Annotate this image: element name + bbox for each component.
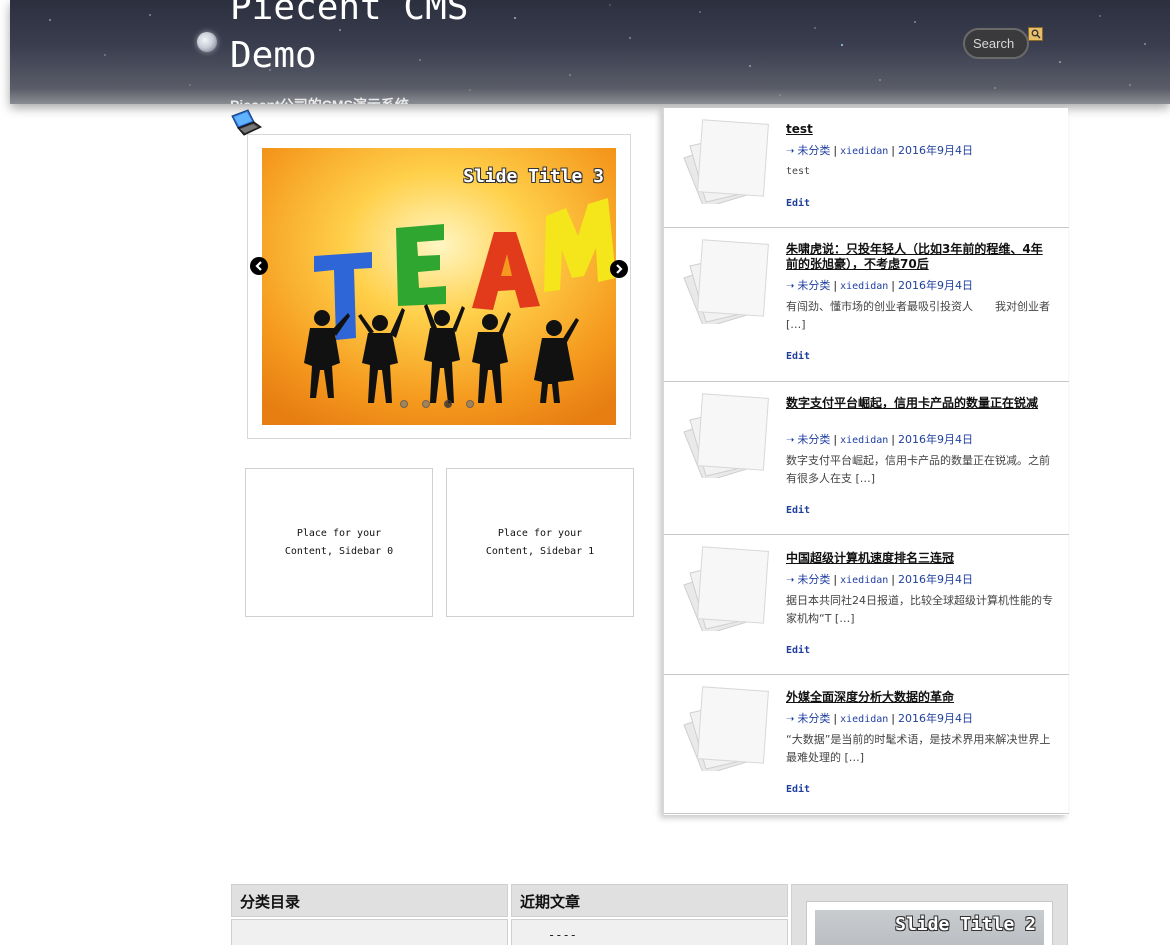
- post-edit-link[interactable]: Edit: [786, 505, 810, 516]
- post-item: 朱啸虎说：只投年轻人（比如3年前的程维、4年前的张旭豪），不考虑70后 ➝ 未分类…: [664, 228, 1069, 382]
- post-date-link[interactable]: 2016年9月4日: [898, 573, 973, 586]
- sidebar-1-placeholder: Place for your Content, Sidebar 1: [446, 468, 634, 617]
- arrow-right-icon: ➝: [786, 714, 795, 725]
- paper-thumbnail-icon: [683, 546, 769, 631]
- meta-separator: |: [833, 712, 838, 725]
- arrow-right-icon: ➝: [786, 146, 795, 157]
- meta-separator: |: [833, 144, 838, 157]
- slider-dot-4[interactable]: [466, 400, 474, 408]
- post-edit-link[interactable]: Edit: [786, 198, 810, 209]
- post-title[interactable]: 数字支付平台崛起，信用卡产品的数量正在锐减: [786, 396, 1054, 411]
- slide-image[interactable]: Slide Title 3: [262, 148, 616, 425]
- post-title[interactable]: 外媒全面深度分析大数据的革命: [786, 690, 1054, 705]
- post-meta: ➝ 未分类 | xiedidan | 2016年9月4日: [786, 431, 973, 447]
- meta-separator: |: [833, 279, 838, 292]
- paper-thumbnail-icon: [683, 686, 769, 771]
- post-author-link[interactable]: xiedidan: [840, 435, 888, 446]
- post-excerpt: 有闯劲、懂市场的创业者最吸引投资人 我对创业者 […]: [786, 300, 1050, 331]
- post-edit-link[interactable]: Edit: [786, 645, 810, 656]
- post-meta: ➝ 未分类 | xiedidan | 2016年9月4日: [786, 571, 973, 587]
- post-category-link[interactable]: 未分类: [797, 573, 830, 586]
- post-meta: ➝ 未分类 | xiedidan | 2016年9月4日: [786, 710, 973, 726]
- recent-posts-widget-heading: 近期文章: [511, 884, 788, 917]
- site-title[interactable]: Piecent CMS Demo: [230, 0, 530, 80]
- posts-panel: test ➝ 未分类 | xiedidan | 2016年9月4日 test Edit 朱…: [663, 108, 1069, 815]
- post-date-link[interactable]: 2016年9月4日: [898, 433, 973, 446]
- recent-posts-widget-body: ----: [511, 919, 788, 945]
- paper-thumbnail-icon: [683, 239, 769, 324]
- slider-dot-1[interactable]: [400, 400, 408, 408]
- post-category-link[interactable]: 未分类: [797, 279, 830, 292]
- post-category-link[interactable]: 未分类: [797, 433, 830, 446]
- post-title[interactable]: 朱啸虎说：只投年轻人（比如3年前的程维、4年前的张旭豪），不考虑70后: [786, 242, 1054, 272]
- arrow-right-icon: ➝: [786, 435, 795, 446]
- post-item: 数字支付平台崛起，信用卡产品的数量正在锐减 ➝ 未分类 | xiedidan | 2016…: [664, 382, 1069, 535]
- post-item: test ➝ 未分类 | xiedidan | 2016年9月4日 test Edit: [664, 108, 1069, 228]
- post-author-link[interactable]: xiedidan: [840, 146, 888, 157]
- sidebar-0-placeholder: Place for your Content, Sidebar 0: [245, 468, 433, 617]
- post-excerpt: 数字支付平台崛起，信用卡产品的数量正在锐减。之前有很多人在支 […]: [786, 454, 1050, 485]
- magnifier-icon: [1031, 29, 1041, 39]
- post-excerpt: “大数据”是当前的时髦术语，是技术界用来解决世界上最难处理的 […]: [786, 733, 1051, 764]
- slider-next-button[interactable]: [610, 260, 628, 278]
- post-date-link[interactable]: 2016年9月4日: [898, 712, 973, 725]
- slider-dot-2[interactable]: [422, 400, 430, 408]
- site-header: Piecent CMS Demo Piecent公司的CMS演示系统: [10, 0, 1170, 104]
- categories-widget-body: [231, 919, 508, 945]
- meta-separator: |: [891, 144, 895, 157]
- page-root: Piecent CMS Demo Piecent公司的CMS演示系统: [0, 0, 1170, 945]
- slide-title: Slide Title 3: [463, 166, 604, 187]
- search-button[interactable]: [1028, 27, 1043, 41]
- arrow-right-icon: [616, 264, 623, 274]
- post-category-link[interactable]: 未分类: [797, 712, 830, 725]
- site-description: Piecent公司的CMS演示系统: [230, 95, 409, 104]
- post-meta: ➝ 未分类 | xiedidan | 2016年9月4日: [786, 142, 973, 158]
- team-illustration: [262, 148, 616, 425]
- post-title[interactable]: 中国超级计算机速度排名三连冠: [786, 551, 1054, 566]
- meta-separator: |: [891, 712, 895, 725]
- post-author-link[interactable]: xiedidan: [840, 281, 888, 292]
- post-meta: ➝ 未分类 | xiedidan | 2016年9月4日: [786, 277, 973, 293]
- post-date-link[interactable]: 2016年9月4日: [898, 144, 973, 157]
- post-edit-link[interactable]: Edit: [786, 351, 810, 362]
- footer-slide-title: Slide Title 2: [895, 914, 1036, 935]
- post-author-link[interactable]: xiedidan: [840, 714, 888, 725]
- slider-prev-button[interactable]: [250, 257, 268, 275]
- meta-separator: |: [891, 433, 895, 446]
- search-input[interactable]: [963, 28, 1029, 59]
- post-author-link[interactable]: xiedidan: [840, 575, 888, 586]
- meta-separator: |: [833, 573, 838, 586]
- meta-separator: |: [891, 573, 895, 586]
- meta-separator: |: [891, 279, 895, 292]
- categories-widget-heading: 分类目录: [231, 884, 508, 917]
- footer-slider-frame: Slide Title 2: [806, 901, 1053, 945]
- slider-dot-3[interactable]: [444, 400, 452, 408]
- post-item: 外媒全面深度分析大数据的革命 ➝ 未分类 | xiedidan | 2016年9月4日 “…: [664, 675, 1069, 814]
- slider-dots: [400, 400, 474, 408]
- recent-post-link[interactable]: ----: [548, 928, 577, 942]
- meta-separator: |: [833, 433, 838, 446]
- post-item: 中国超级计算机速度排名三连冠 ➝ 未分类 | xiedidan | 2016年9月4日 据…: [664, 535, 1069, 675]
- paper-thumbnail-icon: [683, 393, 769, 478]
- paper-thumbnail-icon: [683, 119, 769, 204]
- moon-icon: [197, 32, 217, 52]
- footer-slide-image[interactable]: Slide Title 2: [815, 910, 1044, 945]
- post-excerpt: test: [786, 166, 811, 177]
- post-title[interactable]: test: [786, 122, 1054, 137]
- post-excerpt: 据日本共同社24日报道，比较全球超级计算机性能的专家机构“T […]: [786, 594, 1053, 625]
- arrow-right-icon: ➝: [786, 281, 795, 292]
- post-edit-link[interactable]: Edit: [786, 784, 810, 795]
- post-date-link[interactable]: 2016年9月4日: [898, 279, 973, 292]
- post-category-link[interactable]: 未分类: [797, 144, 830, 157]
- laptop-icon: [231, 109, 262, 136]
- arrow-right-icon: ➝: [786, 575, 795, 586]
- arrow-left-icon: [255, 261, 262, 271]
- footer-slider-widget: Slide Title 2: [791, 884, 1068, 945]
